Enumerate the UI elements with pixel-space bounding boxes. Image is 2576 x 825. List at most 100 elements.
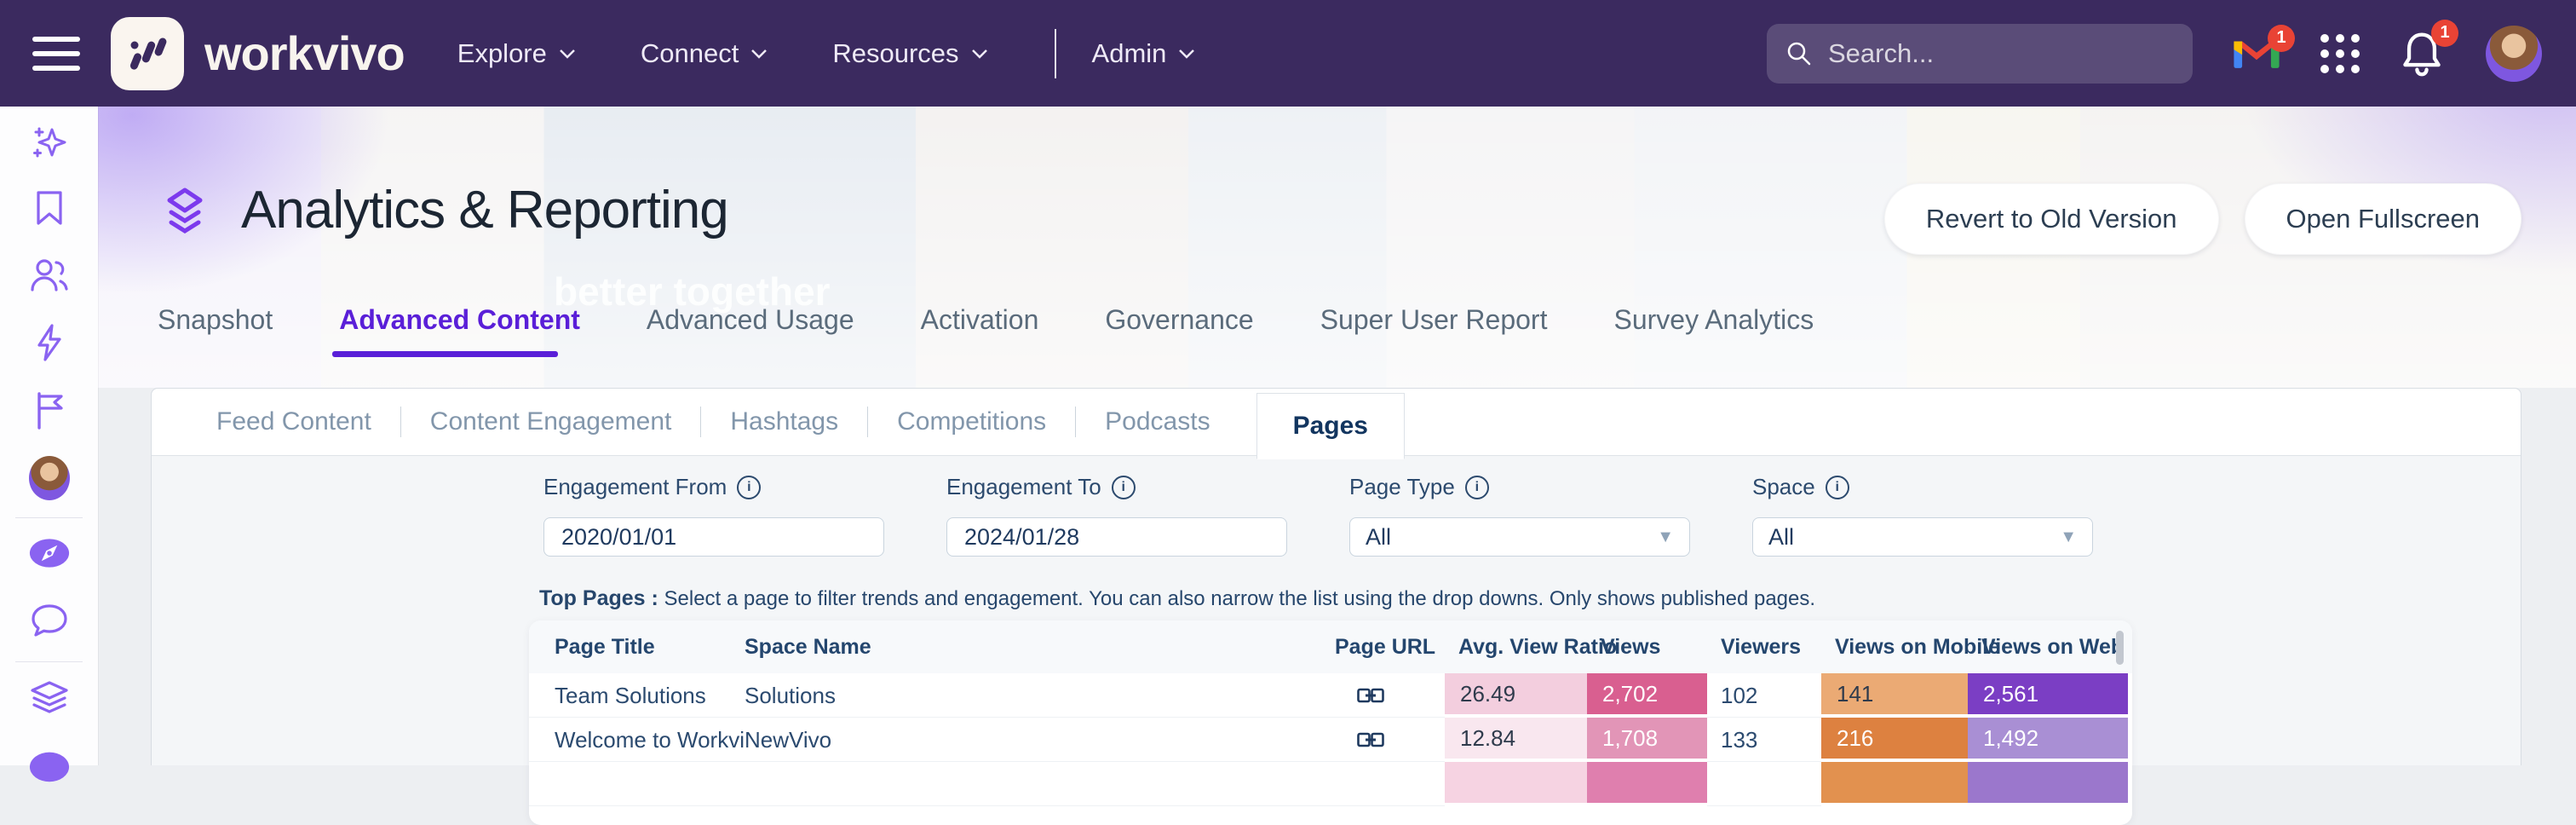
workvivo-logo[interactable] [111, 16, 184, 90]
filters-row: Engagement From i Engagement To i Page [543, 474, 2110, 557]
table-row-partial [529, 762, 2132, 806]
views-web-cell: 2,561 [1968, 673, 2128, 714]
subtab-pages[interactable]: Pages [1256, 393, 1405, 459]
gmail-badge: 1 [2268, 24, 2295, 52]
nav-admin[interactable]: Admin [1092, 38, 1196, 69]
compass-icon[interactable] [29, 533, 70, 574]
sidebar-divider [15, 517, 83, 518]
top-pages-caption: Top Pages : Select a page to filter tren… [539, 586, 1815, 611]
views-mobile-cell: 216 [1821, 718, 1968, 759]
hamburger-menu-icon[interactable] [32, 36, 80, 71]
top-pages-table: Page Title Space Name Page URL Avg. View… [529, 620, 2132, 825]
top-pages-label: Top Pages : [539, 586, 658, 610]
chevron-down-icon [559, 49, 575, 59]
tab-activation[interactable]: Activation [921, 304, 1039, 336]
page-type-select[interactable]: All ▼ [1349, 517, 1690, 557]
page-title: Analytics & Reporting [241, 181, 729, 239]
search-icon [1787, 42, 1811, 65]
layers-icon[interactable] [29, 678, 70, 718]
subtab-competitions[interactable]: Competitions [868, 407, 1075, 436]
page-title-cell: Team Solutions [529, 673, 745, 718]
workvivo-logo-glyph [129, 37, 167, 70]
table-row[interactable]: Team Solutions Solutions 26.49 2,702 102… [529, 673, 2132, 718]
subtab-content-engagement[interactable]: Content Engagement [401, 407, 701, 436]
dropdown-caret-icon: ▼ [2060, 527, 2077, 546]
table-row[interactable]: Welcome to Workvivo NewVivo 12.84 1,708 … [529, 718, 2132, 762]
apps-grid-button[interactable] [2320, 33, 2360, 73]
views-cell: 2,702 [1587, 673, 1707, 714]
nav-connect[interactable]: Connect [641, 38, 768, 69]
sidebar-user-avatar[interactable] [28, 456, 70, 500]
filter-engagement-from: Engagement From i [543, 474, 901, 557]
left-sidebar [0, 107, 98, 782]
filter-page-type: Page Type i All ▼ [1349, 474, 1707, 557]
people-icon[interactable] [29, 255, 70, 296]
tab-advanced-usage[interactable]: Advanced Usage [647, 304, 854, 336]
subtab-hashtags[interactable]: Hashtags [701, 407, 867, 436]
title-row: Analytics & Reporting [158, 180, 729, 240]
views-web-cell: 1,492 [1968, 718, 2128, 759]
table-header-row: Page Title Space Name Page URL Avg. View… [529, 620, 2132, 673]
top-pages-description: Select a page to filter trends and engag… [664, 587, 1816, 610]
nav-explore[interactable]: Explore [457, 38, 576, 69]
tab-governance[interactable]: Governance [1105, 304, 1253, 336]
notifications-button[interactable]: 1 [2399, 19, 2458, 78]
page-url-cell[interactable] [1335, 718, 1445, 762]
info-icon[interactable]: i [1464, 475, 1489, 499]
filter-space: Space i All ▼ [1752, 474, 2110, 557]
views-mobile-cell: 141 [1821, 673, 1968, 714]
profile-partial-icon[interactable] [29, 745, 70, 786]
info-icon[interactable]: i [1825, 475, 1849, 499]
workvivo-analytics-page: workvivo Explore Connect Resources Admin [0, 0, 2576, 825]
user-avatar[interactable] [2486, 25, 2542, 82]
space-name-cell: NewVivo [745, 718, 1335, 762]
top-navbar: workvivo Explore Connect Resources Admin [0, 0, 2576, 107]
info-icon[interactable]: i [1111, 475, 1136, 499]
engagement-from-input[interactable] [560, 522, 868, 551]
chevron-down-icon [751, 49, 768, 59]
avg-view-ratio-cell: 26.49 [1445, 673, 1587, 714]
sparkles-icon[interactable] [29, 122, 70, 163]
chevron-down-icon [971, 49, 987, 59]
search-input[interactable] [1826, 37, 2174, 70]
advanced-content-panel: Feed Content Content Engagement Hashtags… [151, 388, 2521, 825]
views-cell: 1,708 [1587, 718, 1707, 759]
nav-resources[interactable]: Resources [832, 38, 987, 69]
flag-icon[interactable] [29, 390, 70, 431]
revert-old-version-button[interactable]: Revert to Old Version [1883, 183, 2219, 255]
page-title-cell: Welcome to Workvivo [529, 718, 745, 762]
notifications-badge: 1 [2431, 19, 2458, 47]
tab-super-user-report[interactable]: Super User Report [1320, 304, 1548, 336]
analytics-tabs: Snapshot Advanced Content Advanced Usage… [158, 304, 1814, 336]
filter-engagement-to: Engagement To i [946, 474, 1304, 557]
tab-survey-analytics[interactable]: Survey Analytics [1613, 304, 1814, 336]
engagement-to-input[interactable] [963, 522, 1271, 551]
global-search[interactable] [1767, 23, 2193, 84]
space-select[interactable]: All ▼ [1752, 517, 2093, 557]
nav-divider [1054, 28, 1056, 78]
tab-advanced-content[interactable]: Advanced Content [339, 304, 580, 336]
bookmark-icon[interactable] [29, 188, 70, 228]
dropdown-caret-icon: ▼ [1657, 527, 1674, 546]
chat-icon[interactable] [29, 600, 70, 641]
space-name-cell: Solutions [745, 673, 1335, 718]
active-tab-underline [332, 351, 558, 357]
sidebar-divider [15, 661, 83, 662]
hero-buttons: Revert to Old Version Open Fullscreen [1883, 183, 2521, 255]
viewers-cell: 133 [1707, 718, 1821, 762]
tab-snapshot[interactable]: Snapshot [158, 304, 273, 336]
table-scrollbar[interactable] [2116, 631, 2124, 665]
subtab-feed-content[interactable]: Feed Content [187, 407, 400, 436]
gmail-button[interactable]: 1 [2232, 24, 2295, 72]
page-url-cell[interactable] [1335, 673, 1445, 718]
open-fullscreen-button[interactable]: Open Fullscreen [2244, 183, 2521, 255]
viewers-cell: 102 [1707, 673, 1821, 718]
lightning-icon[interactable] [29, 322, 70, 363]
stack-icon [167, 188, 203, 234]
avg-view-ratio-cell: 12.84 [1445, 718, 1587, 759]
link-icon [1357, 732, 1384, 747]
info-icon[interactable]: i [737, 475, 762, 499]
apps-grid-icon [2320, 33, 2360, 73]
brand-wordmark: workvivo [204, 26, 405, 80]
subtab-podcasts[interactable]: Podcasts [1076, 407, 1239, 436]
